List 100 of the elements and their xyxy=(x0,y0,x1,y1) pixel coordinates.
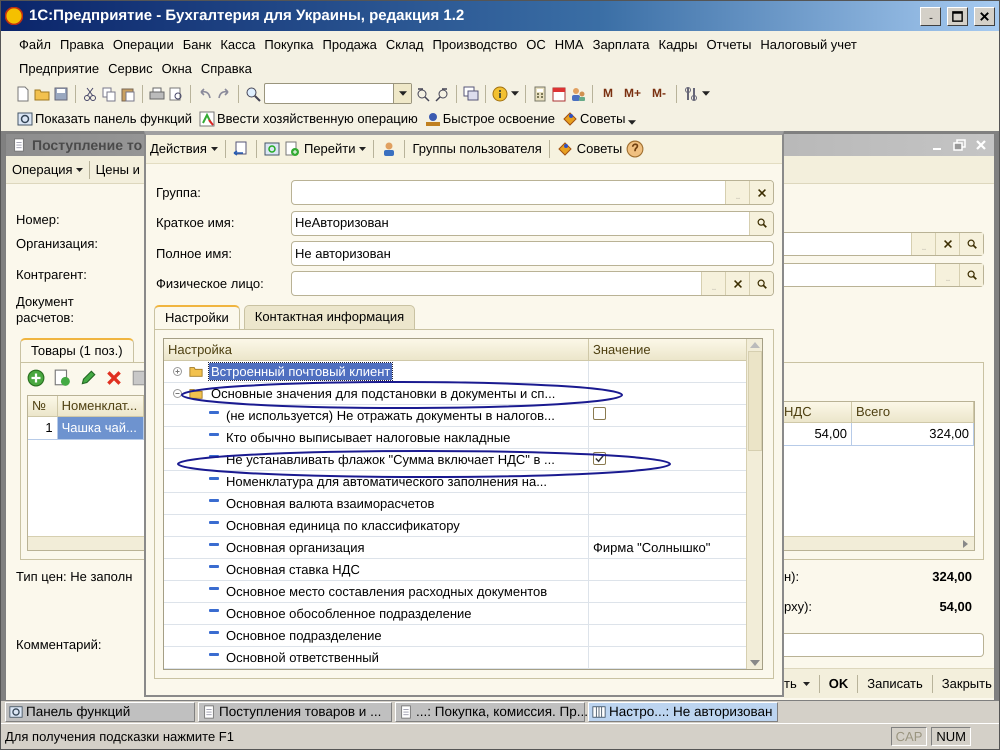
menu-item[interactable]: Производство xyxy=(428,37,522,53)
menu-item[interactable]: Продажа xyxy=(318,37,381,53)
toolbar-button[interactable]: Ввести хозяйственную операцию xyxy=(216,110,418,126)
tab[interactable]: Настройки xyxy=(154,304,240,329)
caret-icon[interactable] xyxy=(802,682,810,686)
menu-item[interactable]: Налоговый учет xyxy=(756,37,861,53)
caret-icon[interactable] xyxy=(210,147,218,152)
search-button[interactable] xyxy=(749,272,773,296)
tab[interactable]: Товары (1 поз.) xyxy=(20,338,134,362)
menu-item[interactable]: Покупка xyxy=(260,37,318,53)
menu-item[interactable]: Зарплата xyxy=(588,37,654,53)
toolbar-button[interactable]: Быстрое освоение xyxy=(442,110,556,126)
caret-icon[interactable] xyxy=(628,120,636,125)
toolbar-button[interactable]: Показать панель функций xyxy=(35,110,192,126)
input-field[interactable]: Не авторизован xyxy=(291,240,774,266)
column-header[interactable]: Всего xyxy=(852,402,974,422)
input-field[interactable] xyxy=(291,271,774,296)
scroll-thumb[interactable] xyxy=(748,350,762,451)
toolbar-button[interactable]: ть xyxy=(784,676,797,692)
clear-button[interactable] xyxy=(725,272,749,296)
toolbar-button[interactable]: Советы xyxy=(576,141,622,157)
document-chart-icon[interactable] xyxy=(198,110,215,126)
tree-item[interactable]: Номенклатура для автоматического заполнения на... xyxy=(224,472,550,490)
search-combo-field[interactable] xyxy=(264,83,412,104)
tree-item[interactable]: (не используется) Не отражать документы в налогов... xyxy=(224,406,557,424)
menu-item[interactable]: Касса xyxy=(216,37,260,53)
toolbar-button[interactable]: Перейти xyxy=(304,141,356,157)
close-button[interactable] xyxy=(974,6,995,26)
tree-item[interactable]: Основное место составления расходных документов xyxy=(224,582,550,600)
comment-field[interactable] xyxy=(784,633,984,657)
clear-button[interactable] xyxy=(935,232,959,254)
menu-item[interactable]: Предприятие xyxy=(15,61,104,77)
minimize-button[interactable] xyxy=(920,6,941,26)
menu-item[interactable]: Сервис xyxy=(104,61,157,77)
search-button[interactable] xyxy=(959,232,983,254)
new-document-icon[interactable] xyxy=(15,86,31,102)
tree-item[interactable]: Основные значения для подстановки в документы и сп... xyxy=(209,384,558,402)
paste-icon[interactable] xyxy=(120,86,136,102)
input-field[interactable]: НеАвторизован xyxy=(291,210,774,236)
maximize-button[interactable] xyxy=(947,6,968,26)
dropdown-caret-icon[interactable] xyxy=(398,91,406,96)
menu-item[interactable]: Банк xyxy=(178,37,216,53)
toolbar-button[interactable]: Цены и xyxy=(96,162,140,178)
tree-item[interactable]: Основной ответственный xyxy=(224,648,381,666)
calendar-icon[interactable] xyxy=(551,86,567,102)
tree-item[interactable]: Основное подразделение xyxy=(224,626,384,644)
toolbar-button[interactable]: Советы xyxy=(580,110,626,126)
input-field[interactable] xyxy=(784,262,984,286)
tree-item[interactable]: Встроенный почтовый клиент xyxy=(209,362,392,380)
print-icon[interactable] xyxy=(149,86,165,102)
calculator-icon[interactable] xyxy=(532,86,548,102)
toolbar-button[interactable]: Группы пользователя xyxy=(412,141,542,157)
clear-button[interactable] xyxy=(749,181,773,204)
caret-icon[interactable] xyxy=(511,91,519,96)
tree-item[interactable]: Основная организация xyxy=(224,538,367,556)
toolbar-button[interactable]: OK xyxy=(828,676,848,692)
caret-icon[interactable] xyxy=(76,168,83,172)
search-icon[interactable] xyxy=(245,86,261,102)
find-next-icon[interactable] xyxy=(415,86,431,102)
menu-item[interactable]: Отчеты xyxy=(702,37,756,53)
checkbox[interactable] xyxy=(593,407,606,420)
taskbar-button[interactable]: ...: Покупка, комиссия. Пр... xyxy=(395,702,585,722)
tree-item[interactable]: Основная ставка НДС xyxy=(224,560,362,578)
panel-icon[interactable] xyxy=(17,110,33,126)
add-icon[interactable] xyxy=(27,369,45,387)
column-header[interactable]: Значение xyxy=(589,338,746,360)
copy-icon[interactable] xyxy=(101,86,117,102)
toolbar-button[interactable]: Закрыть xyxy=(942,676,992,692)
help-icon[interactable] xyxy=(626,140,644,158)
search-button[interactable] xyxy=(749,212,773,235)
menu-item[interactable]: Окна xyxy=(158,61,196,77)
taskbar-button[interactable]: Поступления товаров и ... xyxy=(198,702,392,722)
horizontal-scrollbar[interactable] xyxy=(784,536,974,550)
find-previous-icon[interactable] xyxy=(434,86,450,102)
caret-icon[interactable] xyxy=(702,91,710,96)
search-button[interactable] xyxy=(959,264,983,286)
memory-button[interactable]: M+ xyxy=(620,86,646,101)
person-desk-icon[interactable] xyxy=(424,110,441,126)
horizontal-scrollbar[interactable] xyxy=(28,536,144,550)
toolbar-button[interactable]: Действия xyxy=(150,141,207,157)
memory-button[interactable]: M- xyxy=(648,86,670,101)
edit-icon[interactable] xyxy=(79,369,97,387)
input-field[interactable] xyxy=(291,180,774,206)
tools-icon[interactable] xyxy=(683,86,700,102)
menu-item[interactable]: Кадры xyxy=(654,37,702,53)
memory-button[interactable]: M xyxy=(599,86,617,101)
refresh-icon[interactable] xyxy=(264,141,280,158)
tree-item[interactable]: Основное обособленное подразделение xyxy=(224,604,474,622)
users-icon[interactable] xyxy=(570,86,586,102)
toolbar-button[interactable]: Операция xyxy=(12,162,73,178)
menu-item[interactable]: ОС xyxy=(522,37,550,53)
taskbar-button[interactable]: Панель функций xyxy=(5,702,195,722)
restore-icon[interactable] xyxy=(952,138,966,152)
tree-item[interactable]: Основная единица по классификатору xyxy=(224,516,462,534)
expand-icon[interactable] xyxy=(172,366,183,377)
toolbar-button[interactable]: Записать xyxy=(867,676,923,692)
info-icon[interactable] xyxy=(492,86,508,102)
taskbar-button[interactable]: Настро...: Не авторизован xyxy=(588,702,778,722)
menu-item[interactable]: Склад xyxy=(382,37,428,53)
import-icon[interactable] xyxy=(232,141,249,158)
